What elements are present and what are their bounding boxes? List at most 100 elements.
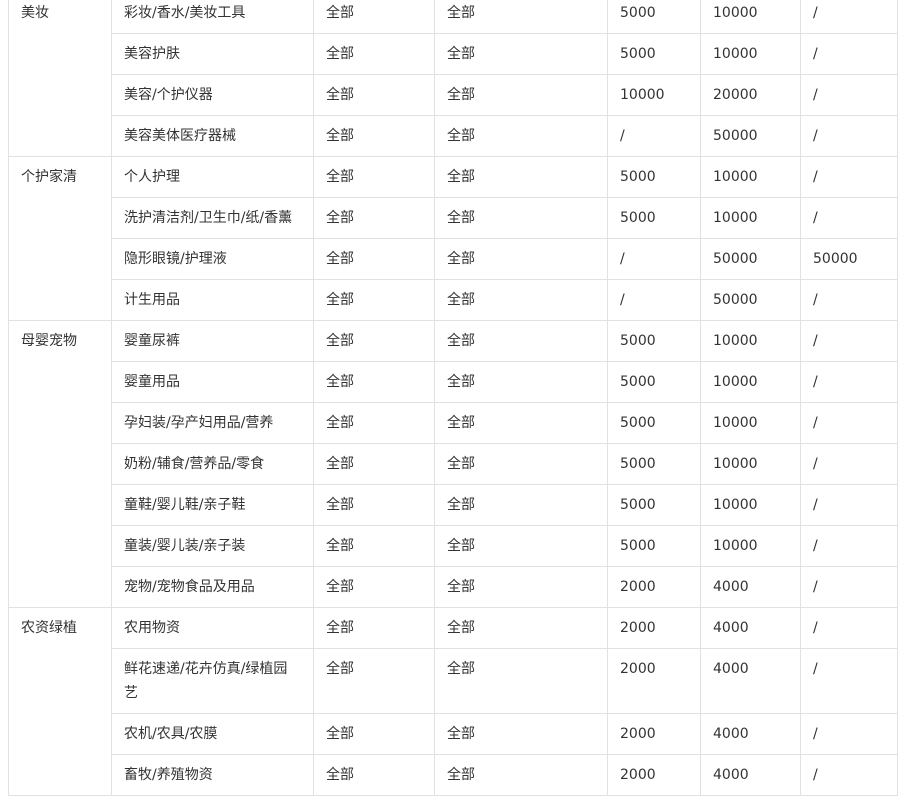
- scope-cell-1: 全部: [313, 33, 435, 75]
- subcategory-cell: 洗护清洁剂/卫生巾/纸/香薰: [111, 197, 314, 239]
- scope-cell-1: 全部: [313, 279, 435, 321]
- deposit-cell-1: 5000: [607, 484, 701, 526]
- table-row: 隐形眼镜/护理液 全部 全部/50000 50000: [9, 238, 898, 280]
- deposit-cell-3: /: [800, 33, 898, 75]
- deposit-cell-2: 10000: [700, 402, 801, 444]
- subcategory-cell: 婴童用品: [111, 361, 314, 403]
- scope-cell-1: 全部: [313, 484, 435, 526]
- deposit-cell-1: /: [607, 238, 701, 280]
- scope-cell-1: 全部: [313, 115, 435, 157]
- deposit-cell-3: /: [800, 648, 898, 714]
- subcategory-cell: 童装/婴儿装/亲子装: [111, 525, 314, 567]
- deposit-cell-2: 4000: [700, 648, 801, 714]
- scope-cell-1: 全部: [313, 156, 435, 198]
- table-row: 孕妇装/孕产妇用品/营养 全部 全部 5000 10000/: [9, 402, 898, 444]
- scope-cell-1: 全部: [313, 525, 435, 567]
- table-row: 美容/个护仪器 全部 全部 10000 20000/: [9, 74, 898, 116]
- deposit-cell-3: /: [800, 484, 898, 526]
- scope-cell-2: 全部: [434, 443, 608, 485]
- scope-cell-1: 全部: [313, 648, 435, 714]
- deposit-cell-3: /: [800, 115, 898, 157]
- table-row: 美容护肤 全部 全部 5000 10000/: [9, 33, 898, 75]
- subcategory-cell: 婴童尿裤: [111, 320, 314, 362]
- subcategory-cell: 个人护理: [111, 156, 314, 198]
- deposit-cell-1: 5000: [607, 525, 701, 567]
- scope-cell-2: 全部: [434, 525, 608, 567]
- scope-cell-2: 全部: [434, 0, 608, 34]
- deposit-cell-1: 5000: [607, 33, 701, 75]
- table-row: 美容美体医疗器械 全部 全部/50000/: [9, 115, 898, 157]
- deposit-cell-3: /: [800, 0, 898, 34]
- scope-cell-1: 全部: [313, 238, 435, 280]
- deposit-cell-2: 4000: [700, 566, 801, 608]
- category-deposit-table: 美妆 彩妆/香水/美妆工具 全部 全部 5000 10000/美容护肤 全部 全部 5000 10…: [8, 0, 898, 796]
- scope-cell-2: 全部: [434, 238, 608, 280]
- subcategory-cell: 美容美体医疗器械: [111, 115, 314, 157]
- deposit-cell-3: /: [800, 566, 898, 608]
- table-row: 畜牧/养殖物资 全部 全部 2000 4000/: [9, 754, 898, 796]
- deposit-cell-2: 50000: [700, 238, 801, 280]
- scope-cell-2: 全部: [434, 197, 608, 239]
- subcategory-cell: 童鞋/婴儿鞋/亲子鞋: [111, 484, 314, 526]
- table-row: 农资绿植 农用物资 全部 全部 2000 4000/: [8, 607, 898, 796]
- table-row: 洗护清洁剂/卫生巾/纸/香薰 全部 全部 5000 10000/: [9, 197, 898, 239]
- deposit-cell-1: 2000: [607, 713, 701, 755]
- deposit-cell-1: 5000: [607, 0, 701, 34]
- scope-cell-2: 全部: [434, 74, 608, 116]
- table-row: 童鞋/婴儿鞋/亲子鞋 全部 全部 5000 10000/: [9, 484, 898, 526]
- table-body: 美妆 彩妆/香水/美妆工具 全部 全部 5000 10000/美容护肤 全部 全部 5000 10…: [8, 0, 898, 796]
- deposit-cell-3: 50000: [800, 238, 898, 280]
- table-row: 个护家清 个人护理 全部 全部 5000 10000/: [8, 156, 898, 321]
- scope-cell-1: 全部: [313, 0, 435, 34]
- table-row: 童装/婴儿装/亲子装 全部 全部 5000 10000/: [9, 525, 898, 567]
- scope-cell-1: 全部: [313, 320, 435, 362]
- scope-cell-1: 全部: [313, 443, 435, 485]
- table-row: 农机/农具/农膜 全部 全部 2000 4000/: [9, 713, 898, 755]
- category-cell: 农资绿植: [8, 607, 112, 796]
- category-cell: 母婴宠物: [8, 320, 112, 608]
- deposit-cell-2: 10000: [700, 320, 801, 362]
- deposit-cell-3: /: [800, 607, 898, 649]
- scope-cell-1: 全部: [313, 754, 435, 796]
- deposit-cell-1: 5000: [607, 320, 701, 362]
- scope-cell-1: 全部: [313, 566, 435, 608]
- scope-cell-2: 全部: [434, 566, 608, 608]
- deposit-cell-2: 4000: [700, 607, 801, 649]
- deposit-cell-3: /: [800, 74, 898, 116]
- subcategory-cell: 美容护肤: [111, 33, 314, 75]
- deposit-cell-1: 2000: [607, 607, 701, 649]
- deposit-cell-3: /: [800, 402, 898, 444]
- table-row: 宠物/宠物食品及用品 全部 全部 2000 4000/: [9, 566, 898, 608]
- scope-cell-1: 全部: [313, 74, 435, 116]
- deposit-cell-1: 5000: [607, 197, 701, 239]
- deposit-cell-2: 20000: [700, 74, 801, 116]
- deposit-cell-1: 5000: [607, 156, 701, 198]
- subcategory-cell: 鲜花速递/花卉仿真/绿植园艺: [111, 648, 314, 714]
- table-row: 计生用品 全部 全部/50000/: [9, 279, 898, 321]
- deposit-cell-3: /: [800, 197, 898, 239]
- subcategory-cell: 孕妇装/孕产妇用品/营养: [111, 402, 314, 444]
- deposit-cell-3: /: [800, 713, 898, 755]
- deposit-cell-1: /: [607, 115, 701, 157]
- table-row: 婴童用品 全部 全部 5000 10000/: [9, 361, 898, 403]
- scope-cell-1: 全部: [313, 713, 435, 755]
- deposit-cell-3: /: [800, 279, 898, 321]
- deposit-cell-2: 10000: [700, 525, 801, 567]
- table-row: 母婴宠物 婴童尿裤 全部 全部 5000 10000/: [8, 320, 898, 608]
- deposit-cell-1: 10000: [607, 74, 701, 116]
- scope-cell-2: 全部: [434, 320, 608, 362]
- deposit-cell-3: /: [800, 361, 898, 403]
- deposit-cell-2: 10000: [700, 156, 801, 198]
- subcategory-cell: 农机/农具/农膜: [111, 713, 314, 755]
- scope-cell-2: 全部: [434, 156, 608, 198]
- deposit-cell-3: /: [800, 754, 898, 796]
- deposit-cell-1: 5000: [607, 402, 701, 444]
- subcategory-cell: 隐形眼镜/护理液: [111, 238, 314, 280]
- deposit-cell-1: 5000: [607, 443, 701, 485]
- deposit-cell-2: 50000: [700, 279, 801, 321]
- scope-cell-2: 全部: [434, 713, 608, 755]
- deposit-cell-3: /: [800, 525, 898, 567]
- subcategory-cell: 畜牧/养殖物资: [111, 754, 314, 796]
- category-cell: 美妆: [8, 0, 112, 157]
- subcategory-cell: 宠物/宠物食品及用品: [111, 566, 314, 608]
